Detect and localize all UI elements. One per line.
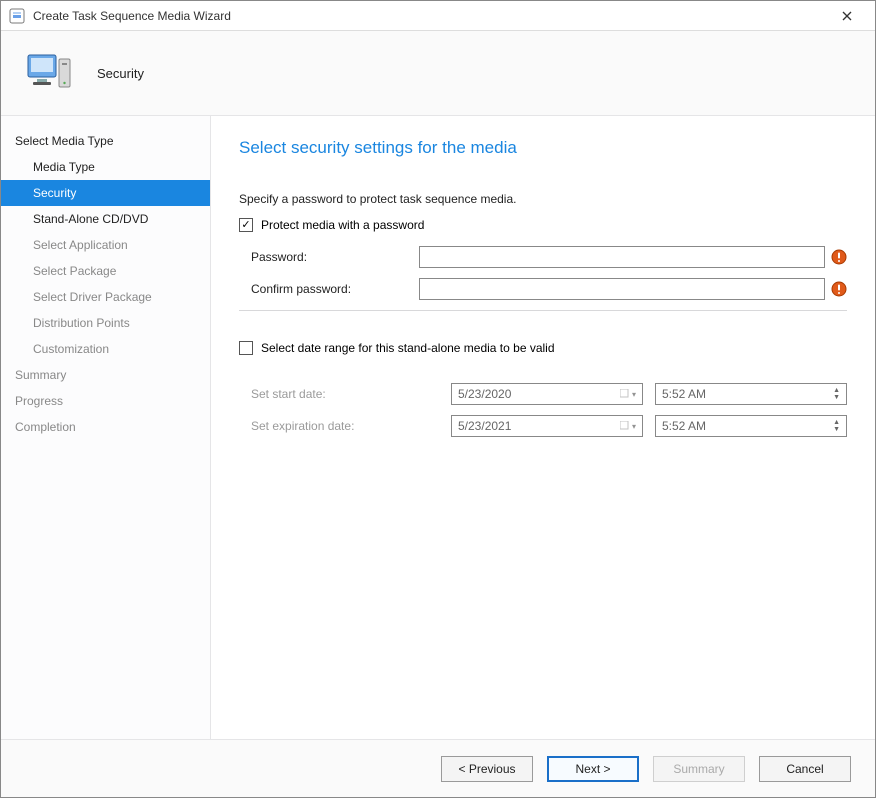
alert-icon [831, 281, 847, 297]
password-instruction: Specify a password to protect task seque… [239, 192, 847, 206]
main-heading: Select security settings for the media [239, 138, 847, 158]
close-icon [842, 11, 852, 21]
spinner-icon: ▲▼ [833, 419, 840, 433]
sidebar-item-customization: Customization [1, 336, 210, 362]
wizard-sidebar: Select Media TypeMedia TypeSecurityStand… [1, 116, 211, 739]
start-time-picker[interactable]: 5:52 AM ▲▼ [655, 383, 847, 405]
expire-date-label: Set expiration date: [239, 419, 439, 433]
previous-button[interactable]: < Previous [441, 756, 533, 782]
sidebar-item-select-media-type[interactable]: Select Media Type [1, 128, 210, 154]
protect-password-checkbox[interactable] [239, 218, 253, 232]
wizard-footer: < Previous Next > Summary Cancel [1, 739, 875, 797]
spinner-icon: ▲▼ [833, 387, 840, 401]
sidebar-item-completion: Completion [1, 414, 210, 440]
start-date-label: Set start date: [239, 387, 439, 401]
app-icon [9, 8, 25, 24]
computer-icon [25, 49, 73, 97]
protect-password-label: Protect media with a password [261, 218, 424, 232]
close-button[interactable] [827, 2, 867, 30]
sidebar-item-distribution-points: Distribution Points [1, 310, 210, 336]
confirm-password-input[interactable] [419, 278, 825, 300]
expire-date-picker[interactable]: 5/23/2021 ▾ [451, 415, 643, 437]
wizard-body: Select Media TypeMedia TypeSecurityStand… [1, 116, 875, 739]
sidebar-item-progress: Progress [1, 388, 210, 414]
summary-button: Summary [653, 756, 745, 782]
date-range-row: Select date range for this stand-alone m… [239, 341, 847, 355]
chevron-down-icon: ▾ [620, 421, 636, 431]
start-date-row: Set start date: 5/23/2020 ▾ 5:52 AM ▲▼ [239, 383, 847, 405]
sidebar-item-select-package: Select Package [1, 258, 210, 284]
page-title: Security [97, 66, 144, 81]
next-button[interactable]: Next > [547, 756, 639, 782]
protect-password-row: Protect media with a password [239, 218, 847, 232]
start-time-value: 5:52 AM [662, 387, 706, 401]
date-range-checkbox[interactable] [239, 341, 253, 355]
expire-date-row: Set expiration date: 5/23/2021 ▾ 5:52 AM… [239, 415, 847, 437]
password-row: Password: [239, 246, 847, 268]
wizard-main: Select security settings for the media S… [211, 116, 875, 739]
window-title: Create Task Sequence Media Wizard [33, 9, 827, 23]
sidebar-item-select-application: Select Application [1, 232, 210, 258]
sidebar-item-summary: Summary [1, 362, 210, 388]
date-range-label: Select date range for this stand-alone m… [261, 341, 555, 355]
expire-time-value: 5:52 AM [662, 419, 706, 433]
confirm-password-label: Confirm password: [239, 282, 419, 296]
wizard-window: Create Task Sequence Media Wizard Securi… [0, 0, 876, 798]
titlebar: Create Task Sequence Media Wizard [1, 1, 875, 31]
start-date-picker[interactable]: 5/23/2020 ▾ [451, 383, 643, 405]
sidebar-item-select-driver-package: Select Driver Package [1, 284, 210, 310]
password-label: Password: [239, 250, 419, 264]
expire-time-picker[interactable]: 5:52 AM ▲▼ [655, 415, 847, 437]
password-section: Specify a password to protect task seque… [239, 192, 847, 437]
cancel-button[interactable]: Cancel [759, 756, 851, 782]
sidebar-item-media-type[interactable]: Media Type [1, 154, 210, 180]
separator [239, 310, 847, 311]
wizard-header: Security [1, 31, 875, 116]
password-input[interactable] [419, 246, 825, 268]
confirm-password-row: Confirm password: [239, 278, 847, 300]
sidebar-item-security[interactable]: Security [1, 180, 210, 206]
expire-date-value: 5/23/2021 [458, 419, 511, 433]
sidebar-item-stand-alone-cd-dvd[interactable]: Stand-Alone CD/DVD [1, 206, 210, 232]
start-date-value: 5/23/2020 [458, 387, 511, 401]
alert-icon [831, 249, 847, 265]
chevron-down-icon: ▾ [620, 389, 636, 399]
